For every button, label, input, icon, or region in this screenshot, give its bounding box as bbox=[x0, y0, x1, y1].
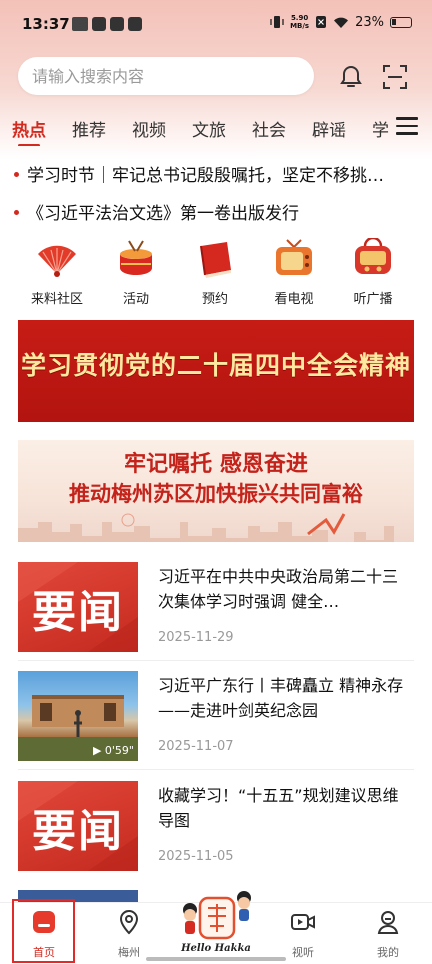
tab-society[interactable]: 社会 bbox=[252, 116, 286, 141]
profile-icon bbox=[377, 911, 399, 934]
bullet-dot bbox=[14, 209, 19, 215]
banner-line2: 推动梅州苏区加快振兴共同富裕 bbox=[69, 482, 363, 506]
tab-study[interactable]: 学 bbox=[372, 116, 389, 141]
gesture-bar bbox=[146, 957, 286, 961]
banner-line1: 牢记嘱托 感恩奋进 bbox=[124, 452, 308, 477]
radio-icon bbox=[355, 238, 391, 274]
app-notification-icon bbox=[110, 17, 124, 31]
network-speed: 5.90 MB/s bbox=[290, 14, 310, 30]
scan-icon[interactable] bbox=[382, 64, 408, 90]
quick-entry-community[interactable]: 来料社区 bbox=[22, 238, 92, 307]
location-pin-icon bbox=[119, 910, 139, 935]
drum-icon bbox=[120, 240, 152, 275]
battery-percent: 23% bbox=[355, 14, 384, 30]
tab-recommend[interactable]: 推荐 bbox=[72, 116, 106, 141]
divider bbox=[18, 769, 414, 770]
notification-icons bbox=[72, 17, 142, 31]
city-skyline-image bbox=[18, 513, 394, 542]
headline-item[interactable]: 学习时节｜牢记总书记殷殷嘱托，坚定不移挑… bbox=[14, 161, 418, 186]
wifi-icon bbox=[334, 17, 349, 28]
category-tabs: 热点 推荐 视频 文旅 社会 辟谣 学 bbox=[0, 112, 392, 146]
crown-icon bbox=[72, 17, 88, 31]
news-item[interactable]: ▶ 0'59" 习近平广东行丨丰碑矗立 精神永存——走进叶剑英纪念园 2025-… bbox=[18, 671, 414, 763]
search-input[interactable] bbox=[18, 57, 314, 95]
news-title: 习近平广东行丨丰碑矗立 精神永存——走进叶剑英纪念园 bbox=[158, 676, 404, 720]
news-thumbnail: 要闻 bbox=[18, 562, 138, 652]
news-video-thumbnail: ▶ 0'59" bbox=[18, 671, 138, 761]
nav-audiovisual[interactable]: 视听 bbox=[273, 903, 333, 964]
news-date: 2025-11-07 bbox=[158, 739, 234, 754]
quick-entry-tv[interactable]: 看电视 bbox=[259, 238, 329, 307]
tab-rumor-refute[interactable]: 辟谣 bbox=[312, 116, 346, 141]
news-thumbnail: 要闻 bbox=[18, 781, 138, 871]
app-notification-icon bbox=[128, 17, 142, 31]
sim-icon bbox=[316, 16, 327, 28]
headline-item[interactable]: 《习近平法治文选》第一卷出版发行 bbox=[14, 199, 418, 224]
tab-hot[interactable]: 热点 bbox=[12, 116, 46, 146]
promo-banner-meizhou[interactable]: 牢记嘱托 感恩奋进 推动梅州苏区加快振兴共同富裕 bbox=[18, 440, 414, 542]
video-icon bbox=[291, 914, 315, 930]
status-bar: 13:37 5.90 MB/s 23% bbox=[0, 0, 432, 50]
menu-icon[interactable] bbox=[396, 117, 418, 137]
video-duration: ▶ 0'59" bbox=[92, 744, 134, 757]
home-highlight-frame bbox=[12, 899, 75, 963]
quick-entry-booking[interactable]: 预约 bbox=[180, 238, 250, 307]
status-time: 13:37 bbox=[22, 15, 70, 33]
tv-icon bbox=[276, 239, 312, 275]
search-box[interactable] bbox=[18, 57, 314, 95]
quick-entry-radio[interactable]: 听广播 bbox=[338, 238, 408, 307]
tab-video[interactable]: 视频 bbox=[132, 116, 166, 141]
nav-meizhou[interactable]: 梅州 bbox=[99, 903, 159, 964]
nav-hello-hakka[interactable]: Hello Hakka bbox=[170, 882, 262, 960]
divider bbox=[18, 660, 414, 661]
fan-icon bbox=[38, 245, 76, 277]
promo-banner-plenum[interactable]: 学习贯彻党的二十届四中全会精神 bbox=[18, 320, 414, 422]
news-title: 收藏学习！“十五五”规划建议思维导图 bbox=[158, 786, 399, 830]
news-title: 习近平在中共中央政治局第二十三次集体学习时强调 健全… bbox=[158, 567, 399, 611]
banner-title: 学习贯彻党的二十届四中全会精神 bbox=[20, 351, 411, 380]
vibrate-icon bbox=[270, 16, 284, 28]
book-icon bbox=[200, 242, 231, 278]
hakka-logo bbox=[183, 891, 251, 940]
news-date: 2025-11-29 bbox=[158, 630, 234, 645]
app-notification-icon bbox=[92, 17, 106, 31]
hakka-label: Hello Hakka bbox=[181, 943, 251, 954]
news-item[interactable]: 要闻 习近平在中共中央政治局第二十三次集体学习时强调 健全… 2025-11-2… bbox=[18, 562, 414, 654]
news-item[interactable]: 要闻 收藏学习！“十五五”规划建议思维导图 2025-11-05 bbox=[18, 781, 414, 873]
bell-icon[interactable] bbox=[338, 64, 364, 90]
bullet-dot bbox=[14, 171, 19, 177]
nav-mine[interactable]: 我的 bbox=[358, 903, 418, 964]
news-date: 2025-11-05 bbox=[158, 849, 234, 864]
quick-entry-activity[interactable]: 活动 bbox=[101, 238, 171, 307]
battery-icon bbox=[390, 16, 412, 28]
tab-culture-travel[interactable]: 文旅 bbox=[192, 116, 226, 141]
